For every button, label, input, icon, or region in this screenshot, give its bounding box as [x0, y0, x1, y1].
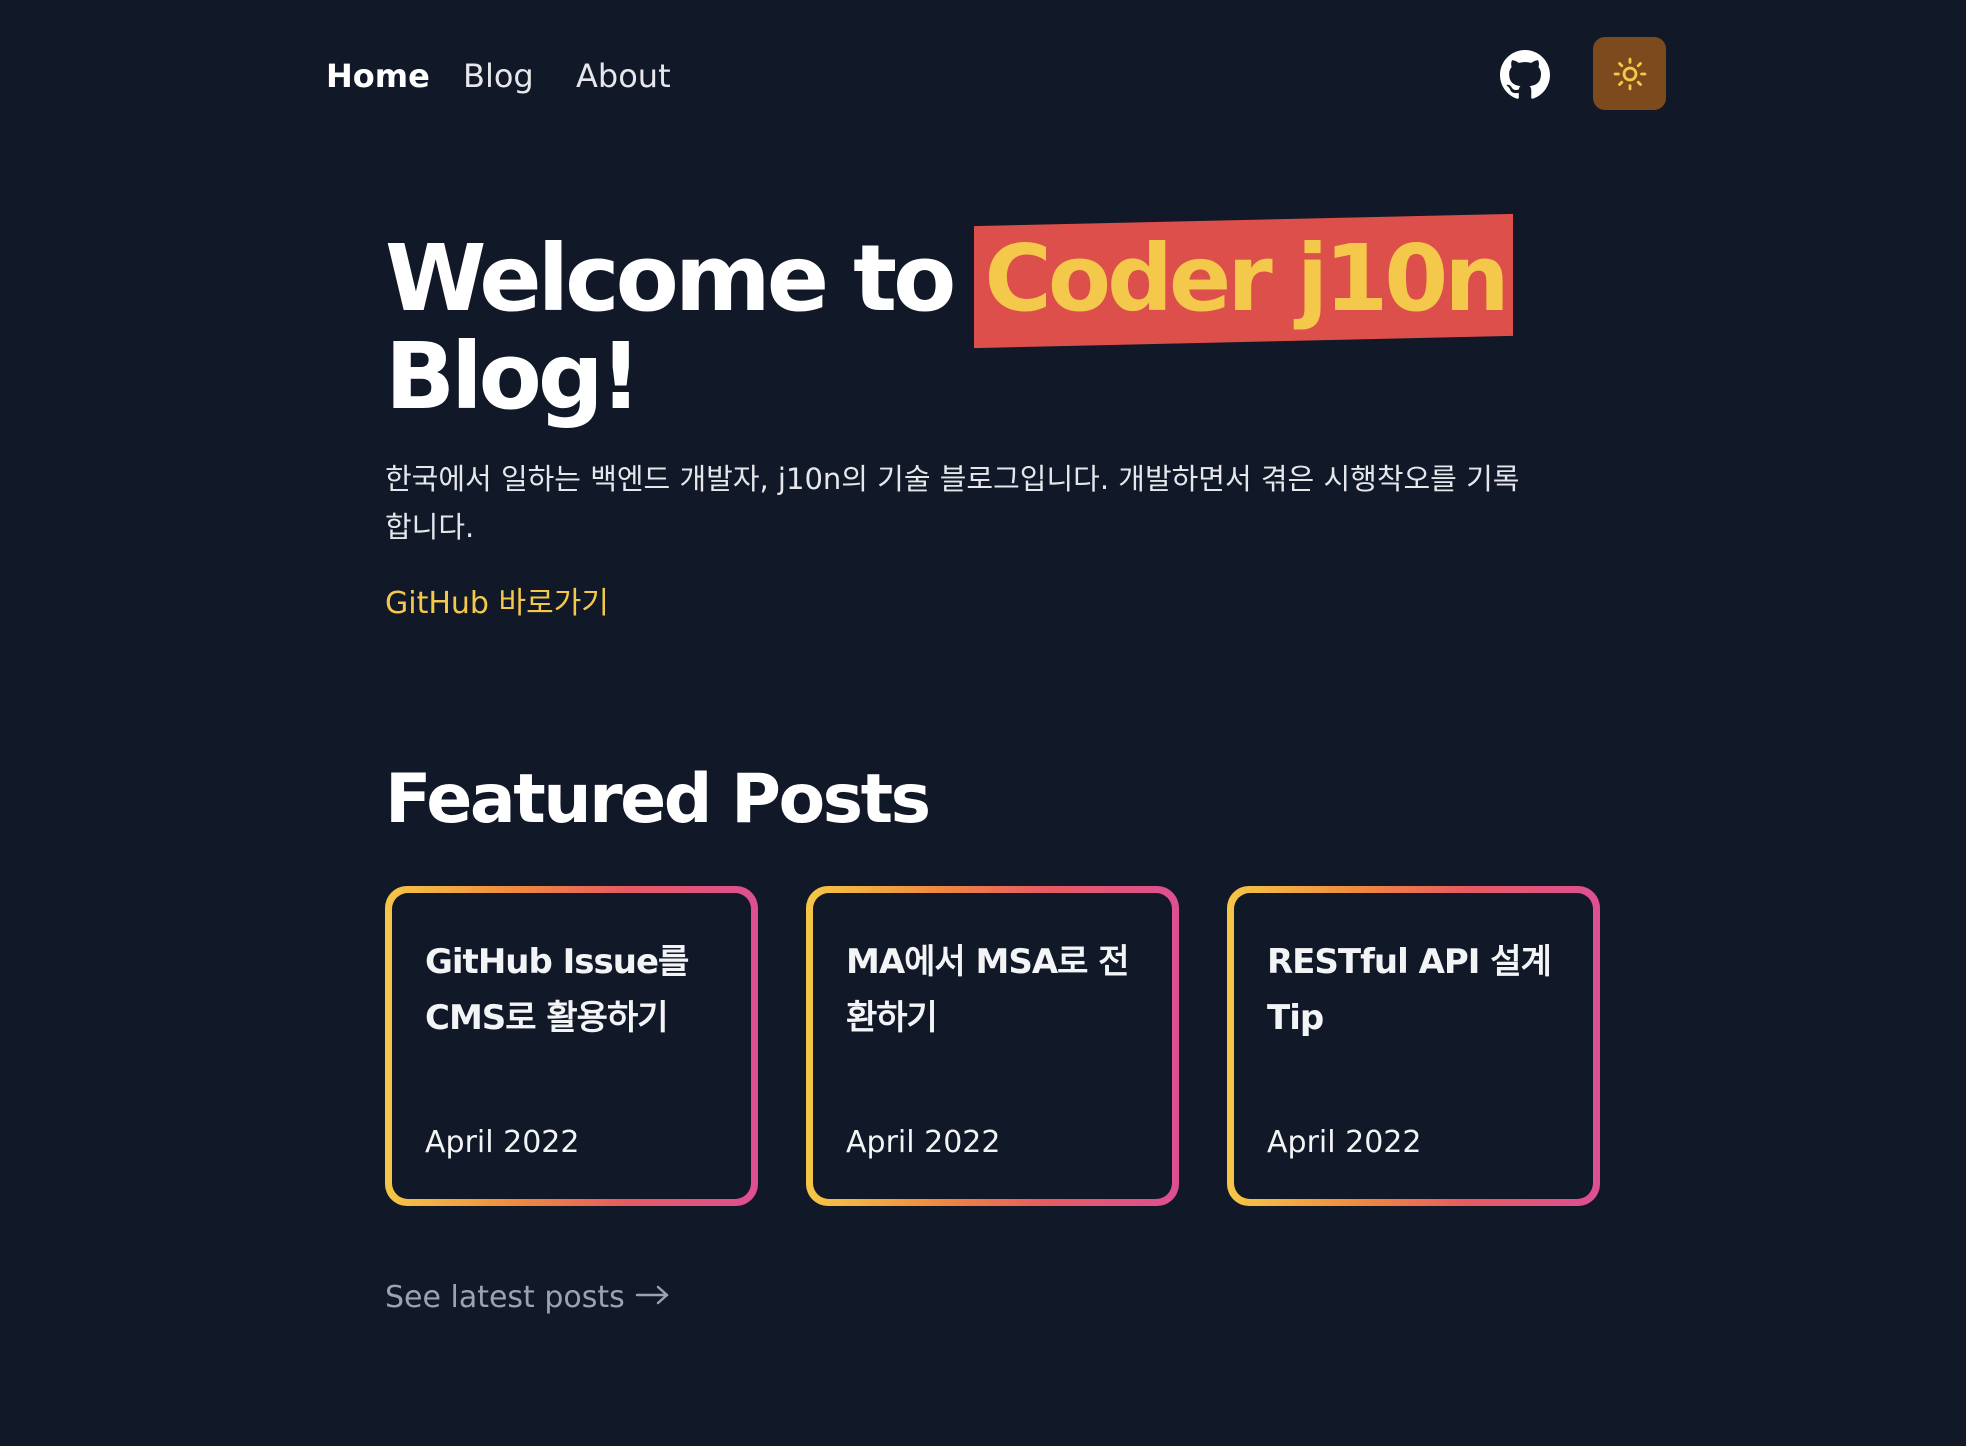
post-title: MA에서 MSA로 전환하기 [846, 942, 1130, 1038]
card-body: MA에서 MSA로 전환하기 April 2022 [813, 893, 1172, 1199]
top-nav: Home Blog About [0, 0, 1966, 150]
nav-blog-link[interactable]: Blog [463, 56, 534, 96]
theme-toggle-button[interactable] [1593, 37, 1666, 110]
github-button[interactable] [1500, 50, 1550, 100]
card-body: RESTful API 설계 Tip April 2022 [1234, 893, 1593, 1199]
card-body: GitHub Issue를 CMS로 활용하기 April 2022 [392, 893, 751, 1199]
featured-post-card[interactable]: GitHub Issue를 CMS로 활용하기 April 2022 [385, 886, 758, 1206]
hero-title-highlight-text: Coder j10n [984, 225, 1509, 332]
sun-icon [1613, 57, 1646, 90]
hero-title-prefix: Welcome to [385, 225, 956, 332]
hero-description: 한국에서 일하는 백엔드 개발자, j10n의 기술 블로그입니다. 개발하면서… [385, 462, 1520, 544]
post-title: GitHub Issue를 CMS로 활용하기 [425, 942, 689, 1038]
featured-posts-heading: Featured Posts [385, 760, 931, 839]
see-latest-posts-link[interactable]: See latest posts [385, 1278, 671, 1318]
arrow-right-icon [635, 1278, 671, 1318]
post-date: April 2022 [846, 1125, 1001, 1160]
featured-post-card[interactable]: RESTful API 설계 Tip April 2022 [1227, 886, 1600, 1206]
nav-about-link[interactable]: About [576, 56, 671, 96]
post-date: April 2022 [1267, 1125, 1422, 1160]
hero-title: Welcome to Coder j10n Blog! [385, 213, 1585, 426]
github-shortcut-link[interactable]: GitHub 바로가기 [385, 584, 609, 624]
nav-home-link[interactable]: Home [326, 56, 430, 96]
see-latest-posts-label: See latest posts [385, 1280, 625, 1315]
post-title: RESTful API 설계 Tip [1267, 942, 1552, 1038]
hero-title-line1: Welcome to Coder j10n [385, 213, 1585, 349]
featured-post-card[interactable]: MA에서 MSA로 전환하기 April 2022 [806, 886, 1179, 1206]
github-icon [1500, 50, 1550, 99]
hero-title-highlight: Coder j10n [974, 213, 1514, 349]
post-date: April 2022 [425, 1125, 580, 1160]
